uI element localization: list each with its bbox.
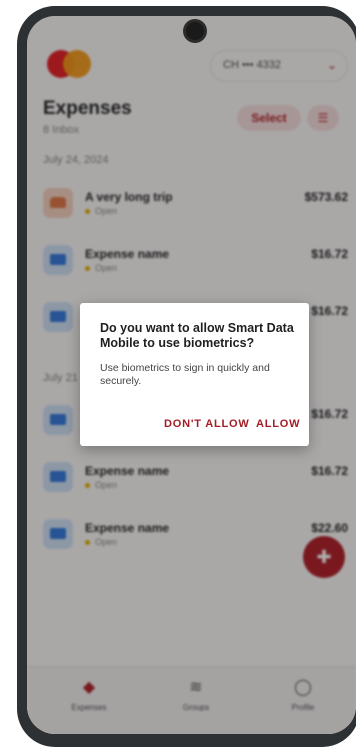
camera-cutout (186, 22, 204, 40)
dialog-title: Do you want to allow Smart Data Mobile t… (100, 321, 294, 350)
dont-allow-button[interactable]: DON'T ALLOW (164, 418, 250, 430)
allow-button[interactable]: ALLOW (256, 418, 300, 430)
biometrics-dialog: Do you want to allow Smart Data Mobile t… (80, 303, 309, 446)
dialog-body: Use biometrics to sign in quickly and se… (100, 362, 270, 387)
